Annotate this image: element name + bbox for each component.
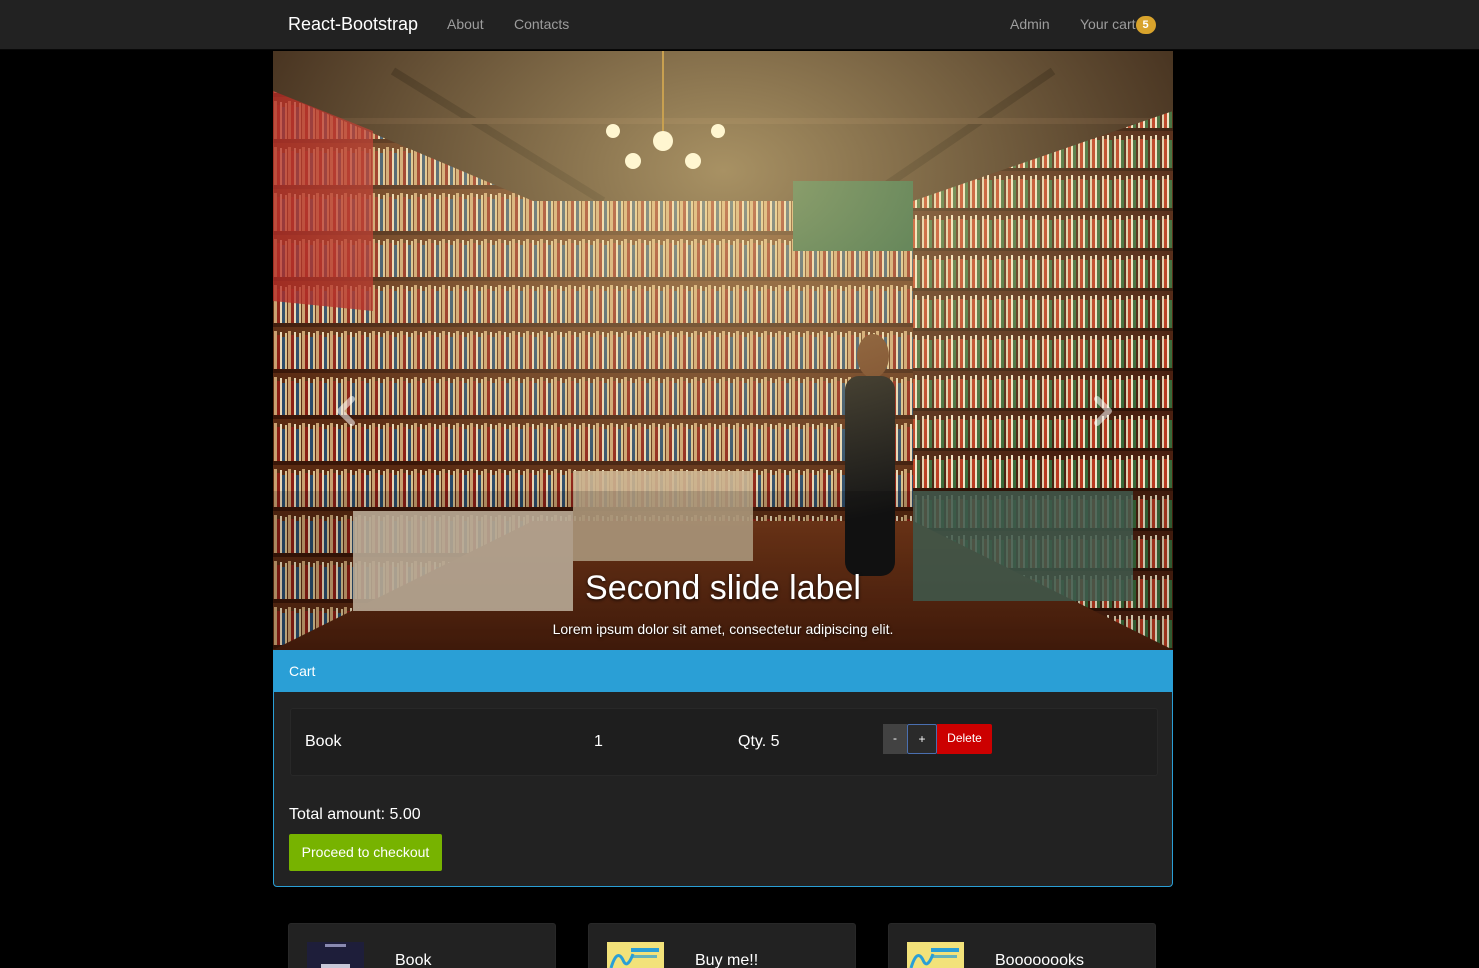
- product-thumbnail-image: [607, 942, 664, 968]
- nav-link-contacts[interactable]: Contacts: [514, 16, 569, 32]
- carousel-caption-text: Lorem ipsum dolor sit amet, consectetur …: [552, 621, 894, 637]
- increment-qty-button[interactable]: +: [907, 724, 937, 754]
- cart-label: Your cart: [1080, 16, 1136, 32]
- nav-link-admin[interactable]: Admin: [1010, 16, 1050, 32]
- carousel-caption-title: Second slide label: [585, 569, 861, 607]
- chevron-left-icon: [337, 396, 355, 426]
- product-title[interactable]: Buy me!!: [695, 952, 758, 968]
- delete-item-button[interactable]: Delete: [937, 724, 992, 754]
- cart-item-title: Book: [305, 733, 342, 750]
- product-card: Boooooooks: [888, 923, 1156, 968]
- carousel-next-control[interactable]: [1081, 391, 1121, 431]
- navbar-brand[interactable]: React-Bootstrap: [288, 14, 418, 35]
- product-thumbnail-image: [907, 942, 964, 968]
- top-navbar: React-Bootstrap About Contacts Admin You…: [0, 0, 1479, 50]
- product-thumbnail-image: [307, 942, 364, 968]
- bookstore-slide-image: [273, 51, 1173, 650]
- chevron-right-icon: [1094, 396, 1112, 426]
- cart-item-row: Book 1 Qty. 5 - + Delete: [290, 708, 1158, 776]
- product-card: Book: [288, 923, 556, 968]
- product-card: Buy me!!: [588, 923, 856, 968]
- cart-item-qty: Qty. 5: [738, 733, 780, 750]
- carousel-prev-control[interactable]: [328, 391, 368, 431]
- checkout-button[interactable]: Proceed to checkout: [289, 834, 442, 871]
- cart-panel: Cart Book 1 Qty. 5 - + Delete Total amou…: [273, 650, 1173, 887]
- cart-item-price: 1: [594, 733, 603, 750]
- cart-count-badge: 5: [1135, 16, 1156, 34]
- cart-total-amount: Total amount: 5.00: [289, 806, 421, 823]
- product-title[interactable]: Boooooooks: [995, 952, 1084, 968]
- cart-panel-heading: Cart: [274, 651, 1172, 692]
- nav-link-cart[interactable]: Your cart 5: [1080, 16, 1156, 34]
- decrement-qty-button[interactable]: -: [883, 724, 907, 754]
- nav-link-about[interactable]: About: [447, 16, 484, 32]
- product-title[interactable]: Book: [395, 952, 431, 968]
- image-carousel: Second slide label Lorem ipsum dolor sit…: [273, 51, 1173, 650]
